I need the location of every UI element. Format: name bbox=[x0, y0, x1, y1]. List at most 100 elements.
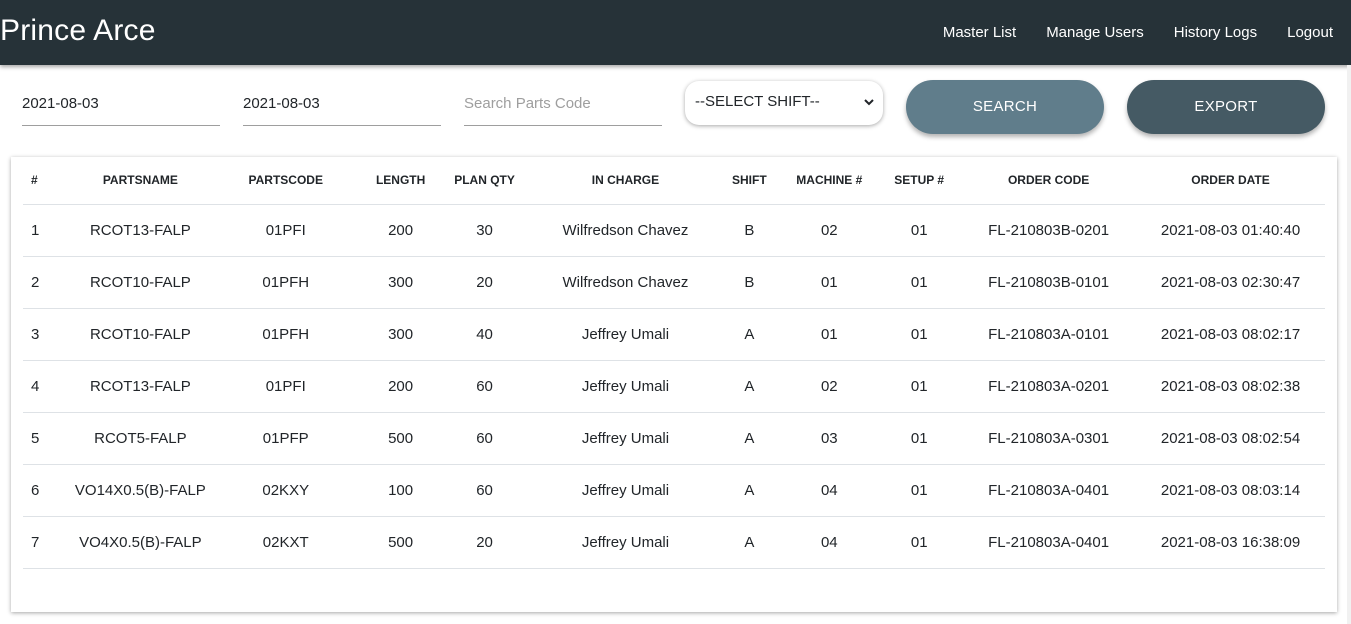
cell-in-charge: Wilfredson Chavez bbox=[533, 256, 718, 309]
col-header-in-charge: IN CHARGE bbox=[533, 157, 718, 205]
results-card: # PARTSNAME PARTSCODE LENGTH PLAN QTY IN… bbox=[11, 157, 1337, 612]
cell-setup-number: 01 bbox=[877, 256, 962, 309]
cell-machine-number: 02 bbox=[781, 360, 878, 413]
col-header-number: # bbox=[23, 157, 75, 205]
cell-machine-number: 01 bbox=[781, 308, 878, 361]
cell-parts-code: 02KXT bbox=[205, 516, 366, 569]
search-button[interactable]: SEARCH bbox=[906, 80, 1104, 134]
cell-plan-qty: 20 bbox=[435, 256, 534, 309]
cell-machine-number: 04 bbox=[781, 516, 878, 569]
col-header-partscode: PARTSCODE bbox=[205, 157, 366, 205]
cell-plan-qty: 20 bbox=[435, 516, 534, 569]
shift-select[interactable]: --SELECT SHIFT-- bbox=[685, 81, 883, 125]
cell-setup-number: 01 bbox=[877, 308, 962, 361]
cell-length: 300 bbox=[365, 256, 436, 309]
date-to-value: 2021-08-03 bbox=[243, 95, 320, 112]
cell-setup-number: 01 bbox=[877, 516, 962, 569]
cell-parts-code: 01PFP bbox=[205, 412, 366, 465]
page-scrollbar[interactable] bbox=[1347, 65, 1351, 624]
cell-machine-number: 02 bbox=[781, 204, 878, 257]
cell-row-number: 6 bbox=[23, 464, 75, 517]
cell-in-charge: Jeffrey Umali bbox=[533, 360, 718, 413]
cell-length: 500 bbox=[365, 516, 436, 569]
cell-shift: A bbox=[717, 412, 782, 465]
cell-order-date: 2021-08-03 08:02:54 bbox=[1136, 412, 1325, 465]
cell-in-charge: Jeffrey Umali bbox=[533, 412, 718, 465]
orders-table: # PARTSNAME PARTSCODE LENGTH PLAN QTY IN… bbox=[23, 157, 1325, 569]
cell-in-charge: Wilfredson Chavez bbox=[533, 204, 718, 257]
cell-length: 100 bbox=[365, 464, 436, 517]
cell-shift: A bbox=[717, 360, 782, 413]
nav-link-logout[interactable]: Logout bbox=[1287, 24, 1333, 41]
col-header-plan-qty: PLAN QTY bbox=[435, 157, 534, 205]
cell-plan-qty: 60 bbox=[435, 360, 534, 413]
cell-shift: A bbox=[717, 464, 782, 517]
col-header-order-date: ORDER DATE bbox=[1136, 157, 1325, 205]
table-row: 4 RCOT13-FALP 01PFI 200 60 Jeffrey Umali A 02 01… bbox=[23, 360, 1325, 413]
cell-parts-code: 01PFI bbox=[205, 204, 366, 257]
cell-shift: A bbox=[717, 308, 782, 361]
export-button[interactable]: EXPORT bbox=[1127, 80, 1325, 134]
nav-link-history-logs[interactable]: History Logs bbox=[1174, 24, 1257, 41]
cell-parts-name: RCOT13-FALP bbox=[74, 360, 206, 413]
cell-order-code: FL-210803B-0201 bbox=[961, 204, 1137, 257]
cell-row-number: 2 bbox=[23, 256, 75, 309]
cell-order-code: FL-210803A-0401 bbox=[961, 516, 1137, 569]
date-to-input[interactable]: 2021-08-03 bbox=[243, 83, 441, 126]
brand-name: Prince Arce bbox=[0, 14, 156, 47]
cell-row-number: 4 bbox=[23, 360, 75, 413]
cell-machine-number: 04 bbox=[781, 464, 878, 517]
table-row: 3 RCOT10-FALP 01PFH 300 40 Jeffrey Umali A 01 01… bbox=[23, 308, 1325, 361]
cell-row-number: 7 bbox=[23, 516, 75, 569]
cell-setup-number: 01 bbox=[877, 204, 962, 257]
cell-length: 200 bbox=[365, 360, 436, 413]
cell-in-charge: Jeffrey Umali bbox=[533, 464, 718, 517]
cell-length: 200 bbox=[365, 204, 436, 257]
cell-in-charge: Jeffrey Umali bbox=[533, 308, 718, 361]
table-row: 2 RCOT10-FALP 01PFH 300 20 Wilfredson Chavez B… bbox=[23, 256, 1325, 309]
table-row: 6 VO14X0.5(B)-FALP 02KXY 100 60 Jeffrey Umali… bbox=[23, 464, 1325, 517]
table-header-row: # PARTSNAME PARTSCODE LENGTH PLAN QTY IN… bbox=[23, 157, 1325, 205]
cell-plan-qty: 60 bbox=[435, 464, 534, 517]
table-row: 7 VO4X0.5(B)-FALP 02KXT 500 20 Jeffrey Umali A… bbox=[23, 516, 1325, 569]
top-navbar: Prince Arce Master List Manage Users His… bbox=[0, 0, 1351, 65]
col-header-shift: SHIFT bbox=[717, 157, 782, 205]
cell-order-date: 2021-08-03 02:30:47 bbox=[1136, 256, 1325, 309]
nav-link-manage-users[interactable]: Manage Users bbox=[1046, 24, 1144, 41]
cell-parts-name: VO14X0.5(B)-FALP bbox=[74, 464, 206, 517]
date-from-input[interactable]: 2021-08-03 bbox=[22, 83, 220, 126]
cell-in-charge: Jeffrey Umali bbox=[533, 516, 718, 569]
col-header-setup: SETUP # bbox=[877, 157, 962, 205]
cell-machine-number: 01 bbox=[781, 256, 878, 309]
cell-plan-qty: 40 bbox=[435, 308, 534, 361]
cell-parts-code: 01PFH bbox=[205, 256, 366, 309]
cell-setup-number: 01 bbox=[877, 360, 962, 413]
cell-row-number: 3 bbox=[23, 308, 75, 361]
cell-plan-qty: 60 bbox=[435, 412, 534, 465]
cell-setup-number: 01 bbox=[877, 412, 962, 465]
table-body: 1 RCOT13-FALP 01PFI 200 30 Wilfredson Chavez B… bbox=[23, 204, 1325, 569]
col-header-partsname: PARTSNAME bbox=[74, 157, 206, 205]
parts-code-search-input[interactable]: Search Parts Code bbox=[464, 83, 662, 126]
cell-plan-qty: 30 bbox=[435, 204, 534, 257]
cell-length: 500 bbox=[365, 412, 436, 465]
cell-parts-name: RCOT10-FALP bbox=[74, 256, 206, 309]
cell-order-code: FL-210803B-0101 bbox=[961, 256, 1137, 309]
cell-parts-name: RCOT13-FALP bbox=[74, 204, 206, 257]
cell-order-code: FL-210803A-0301 bbox=[961, 412, 1137, 465]
cell-order-date: 2021-08-03 01:40:40 bbox=[1136, 204, 1325, 257]
cell-machine-number: 03 bbox=[781, 412, 878, 465]
cell-order-date: 2021-08-03 08:02:38 bbox=[1136, 360, 1325, 413]
col-header-length: LENGTH bbox=[365, 157, 436, 205]
cell-shift: B bbox=[717, 256, 782, 309]
cell-setup-number: 01 bbox=[877, 464, 962, 517]
cell-parts-code: 01PFI bbox=[205, 360, 366, 413]
shift-select-value: --SELECT SHIFT-- bbox=[695, 93, 820, 110]
cell-order-date: 2021-08-03 08:02:17 bbox=[1136, 308, 1325, 361]
cell-parts-code: 01PFH bbox=[205, 308, 366, 361]
date-from-value: 2021-08-03 bbox=[22, 95, 99, 112]
col-header-machine: MACHINE # bbox=[781, 157, 878, 205]
nav-link-master-list[interactable]: Master List bbox=[943, 24, 1016, 41]
cell-order-code: FL-210803A-0201 bbox=[961, 360, 1137, 413]
cell-row-number: 5 bbox=[23, 412, 75, 465]
